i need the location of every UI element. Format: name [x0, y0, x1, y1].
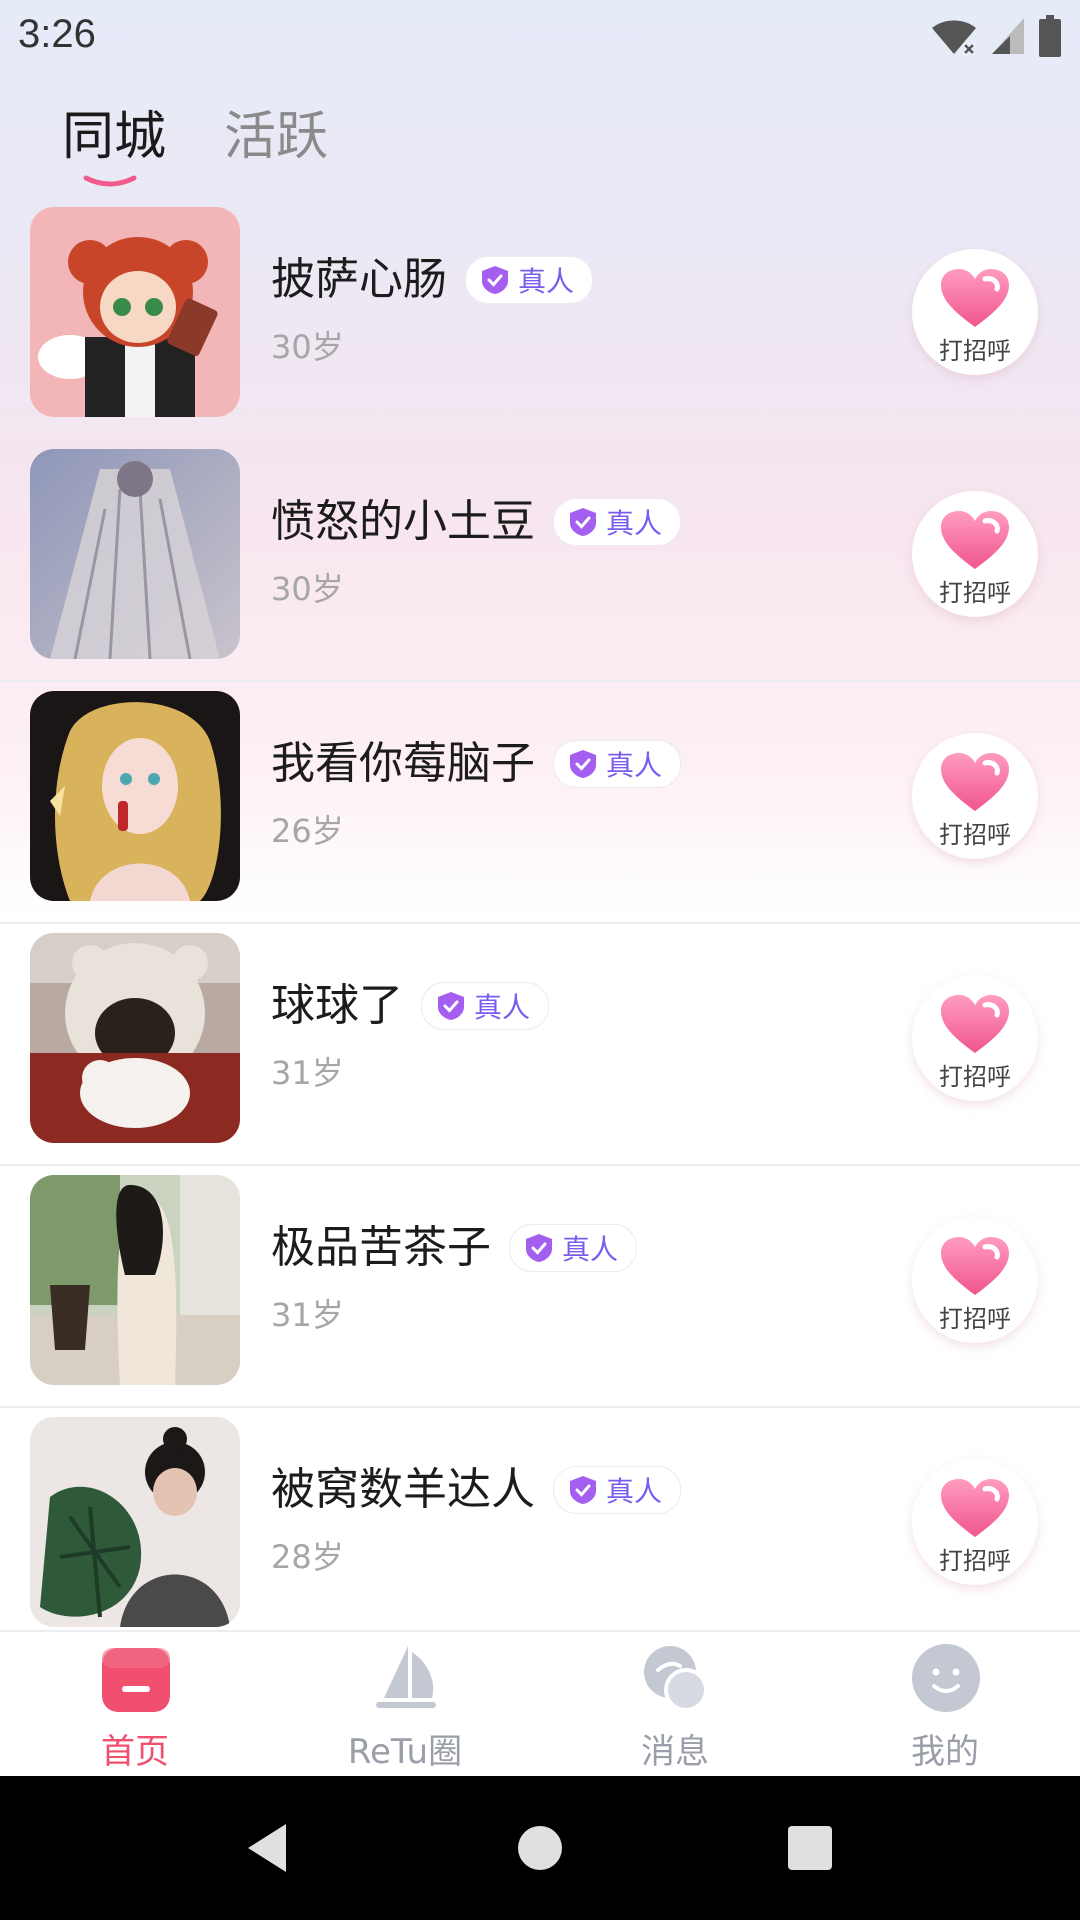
nav-tab-retu-circle[interactable]: ReTu圈 [270, 1632, 540, 1778]
user-avatar[interactable] [30, 449, 240, 659]
home-icon [102, 1648, 170, 1712]
greet-button-label: 打招呼 [939, 1547, 1011, 1575]
back-icon[interactable] [240, 1818, 300, 1878]
verified-shield-icon [570, 750, 596, 778]
verified-badge: 真人 [553, 740, 682, 788]
sail-icon [376, 1646, 436, 1708]
verified-badge: 真人 [509, 1224, 638, 1272]
heart-icon [941, 269, 1009, 327]
heart-icon [941, 995, 1009, 1053]
verified-badge-label: 真人 [474, 991, 531, 1024]
user-name-row: 我看你莓脑子 真人 [271, 734, 682, 794]
verified-badge: 真人 [553, 1466, 682, 1514]
verified-badge-label: 真人 [606, 1475, 663, 1508]
verified-shield-icon [482, 266, 508, 294]
home-circle-icon[interactable] [510, 1818, 570, 1878]
verified-badge: 真人 [553, 498, 682, 546]
nav-tab-messages[interactable]: 消息 [540, 1632, 810, 1778]
greet-button-label: 打招呼 [939, 821, 1011, 849]
nav-tab-profile[interactable]: 我的 [810, 1632, 1080, 1778]
user-list-item[interactable]: 极品苦茶子 真人 31岁 打招呼 [0, 1166, 1080, 1408]
wifi-icon [932, 20, 976, 56]
user-list-item[interactable]: 披萨心肠 真人 30岁 打招呼 [0, 198, 1080, 440]
verified-shield-icon [570, 508, 596, 536]
verified-shield-icon [526, 1234, 552, 1262]
verified-badge: 真人 [465, 256, 594, 304]
user-name-row: 愤怒的小土豆 真人 [271, 492, 682, 552]
user-avatar[interactable] [30, 933, 240, 1143]
greet-button[interactable]: 打招呼 [912, 249, 1038, 375]
user-name-row: 被窝数羊达人 真人 [271, 1460, 682, 1520]
verified-badge-label: 真人 [606, 507, 663, 540]
battery-icon [1039, 15, 1061, 57]
verified-badge: 真人 [421, 982, 550, 1030]
user-nickname: 我看你莓脑子 [271, 738, 535, 789]
nav-tab-label: 消息 [641, 1732, 709, 1772]
signal-icon [992, 18, 1024, 54]
bottom-tab-bar: 首页 ReTu圈 消息 我的 [0, 1630, 1080, 1778]
verified-badge-label: 真人 [606, 749, 663, 782]
user-list-item[interactable]: 球球了 真人 31岁 打招呼 [0, 924, 1080, 1166]
verified-shield-icon [570, 1476, 596, 1504]
user-name-row: 极品苦茶子 真人 [271, 1218, 638, 1278]
user-nickname: 球球了 [271, 980, 403, 1031]
recents-square-icon[interactable] [780, 1818, 840, 1878]
greet-button[interactable]: 打招呼 [912, 1459, 1038, 1585]
user-age: 26岁 [271, 812, 344, 850]
nav-tab-home[interactable]: 首页 [0, 1632, 270, 1778]
status-time: 3:26 [18, 12, 96, 56]
heart-icon [941, 511, 1009, 569]
user-list-item[interactable]: 愤怒的小土豆 真人 30岁 打招呼 [0, 440, 1080, 682]
nav-tab-label: ReTu圈 [347, 1732, 463, 1772]
greet-button-label: 打招呼 [939, 1305, 1011, 1333]
verified-shield-icon [438, 992, 464, 1020]
greet-button[interactable]: 打招呼 [912, 975, 1038, 1101]
greet-button[interactable]: 打招呼 [912, 733, 1038, 859]
user-avatar[interactable] [30, 207, 240, 417]
user-name-row: 披萨心肠 真人 [271, 250, 594, 310]
user-avatar[interactable] [30, 1417, 240, 1627]
smiley-face-icon [912, 1644, 980, 1712]
user-avatar[interactable] [30, 691, 240, 901]
user-list-item[interactable]: 被窝数羊达人 真人 28岁 打招呼 [0, 1408, 1080, 1650]
user-name-row: 球球了 真人 [271, 976, 550, 1036]
verified-badge-label: 真人 [562, 1233, 619, 1266]
user-avatar[interactable] [30, 1175, 240, 1385]
user-age: 30岁 [271, 570, 344, 608]
heart-icon [941, 1237, 1009, 1295]
system-navigation-bar [0, 1776, 1080, 1920]
nav-tab-label: 我的 [911, 1732, 979, 1772]
heart-icon [941, 753, 1009, 811]
status-bar: 3:26 [0, 0, 1080, 72]
tab-nearby[interactable]: 同城 [62, 94, 166, 169]
greet-button-label: 打招呼 [939, 337, 1011, 365]
tab-active-indicator [83, 175, 137, 187]
user-nickname: 披萨心肠 [271, 254, 447, 305]
user-age: 28岁 [271, 1538, 344, 1576]
status-icons [930, 14, 1062, 58]
greet-button-label: 打招呼 [939, 579, 1011, 607]
user-age: 30岁 [271, 328, 344, 366]
greet-button[interactable]: 打招呼 [912, 491, 1038, 617]
user-nickname: 极品苦茶子 [271, 1222, 491, 1273]
chat-bubbles-icon [644, 1646, 708, 1712]
user-nickname: 被窝数羊达人 [271, 1464, 535, 1515]
heart-icon [941, 1479, 1009, 1537]
user-age: 31岁 [271, 1296, 344, 1334]
verified-badge-label: 真人 [518, 265, 575, 298]
user-age: 31岁 [271, 1054, 344, 1092]
tab-active[interactable]: 活跃 [224, 94, 328, 169]
nav-tab-label: 首页 [101, 1732, 169, 1772]
greet-button[interactable]: 打招呼 [912, 1217, 1038, 1343]
user-nickname: 愤怒的小土豆 [271, 496, 535, 547]
user-list-item[interactable]: 我看你莓脑子 真人 26岁 打招呼 [0, 682, 1080, 924]
greet-button-label: 打招呼 [939, 1063, 1011, 1091]
